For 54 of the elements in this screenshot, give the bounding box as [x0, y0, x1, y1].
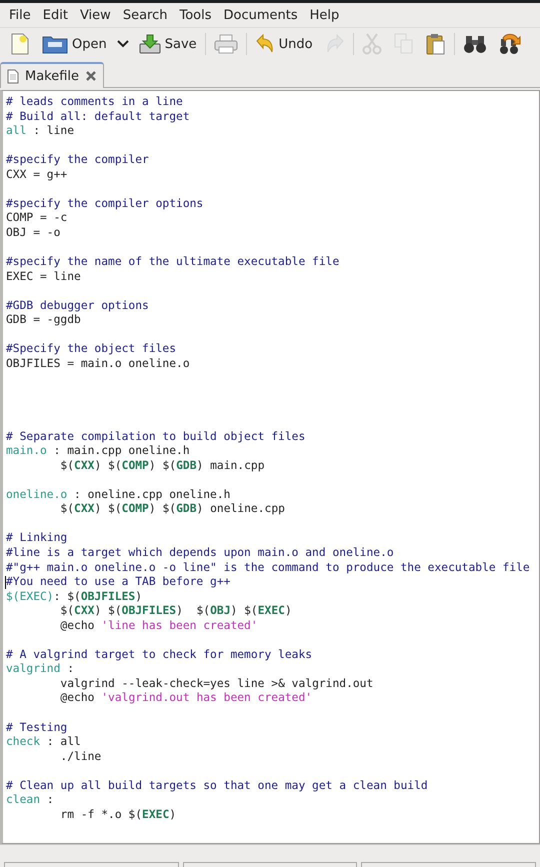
code-line: #You need to use a TAB before g++ — [6, 575, 230, 590]
code-line: #line is a target which depends upon main.o and oneline.o — [6, 546, 394, 560]
code-line: #specify the name of the ultimate executable file — [6, 255, 340, 270]
code-line: #specify the compiler — [6, 153, 149, 168]
folder-icon — [42, 34, 68, 54]
menu-item[interactable]: Search — [116, 8, 174, 22]
code-line: $(CXX) $(COMP) $(GDB) oneline.cpp — [59, 502, 285, 517]
document-icon — [7, 68, 19, 84]
code-line: oneline.o : oneline.cpp oneline.h — [6, 488, 230, 502]
code-line: # Testing — [6, 720, 68, 736]
save-icon — [138, 34, 161, 54]
text-editor[interactable] — [0, 90, 540, 844]
tab-label: Makefile — [25, 68, 80, 84]
code-line: # A valgrind target to check for memory leaks — [6, 648, 312, 662]
menu-item[interactable]: View — [74, 8, 117, 22]
code-line: # Linking — [6, 531, 68, 546]
code-line: # leads comments in a line — [6, 95, 183, 110]
code-line: $(CXX) $(COMP) $(GDB) main.cpp — [59, 458, 265, 474]
code-line: OBJFILES = main.o oneline.o — [6, 356, 190, 372]
code-line: main.o : main.cpp oneline.h — [6, 444, 190, 459]
toolbar-button[interactable]: Undo — [248, 30, 319, 58]
code-line: check : all — [6, 735, 81, 750]
code-line: $(EXEC): $(OBJFILES) — [6, 590, 142, 604]
code-line: @echo 'valgrind.out has been created' — [59, 691, 312, 706]
code-line: #specify the compiler options — [6, 196, 204, 212]
code-line: CXX = g++ — [6, 168, 68, 182]
code-line: COMP = -c — [6, 211, 68, 226]
code-line: # Clean up all build targets so that one may get a clean build — [6, 778, 428, 794]
code-line: GDB = -ggdb — [6, 313, 81, 328]
menu-item[interactable]: Help — [304, 8, 346, 22]
code-line: @echo 'line has been created' — [59, 618, 258, 634]
close-icon[interactable] — [85, 70, 98, 82]
menu-item[interactable]: Edit — [36, 8, 74, 22]
toolbar-button[interactable]: Save — [132, 30, 203, 58]
code-line: #"g++ main.o oneline.o -o line" is the command to produce the executable file — [6, 560, 530, 576]
code-line: ./line — [59, 750, 102, 764]
code-line: EXEC = line — [6, 270, 81, 284]
menu-item[interactable]: Tools — [173, 8, 218, 22]
code-line: # Separate compilation to build object files — [6, 430, 306, 444]
code-line: rm -f *.o $(EXEC) — [59, 808, 176, 822]
document-tab[interactable]: Makefile — [0, 62, 104, 88]
menu-item[interactable]: Documents — [218, 8, 304, 22]
toolbar-button[interactable]: Open — [36, 30, 113, 58]
undo-icon — [254, 34, 275, 54]
code-line: valgrind : — [6, 662, 74, 677]
code-line: # Build all: default target — [6, 110, 190, 124]
code-line: $(CXX) $(OBJFILES) $(OBJ) $(EXEC) — [59, 604, 292, 619]
code-line: OBJ = -o — [6, 226, 60, 240]
code-line: #Specify the object files — [6, 342, 176, 357]
code-line: valgrind --leak-check=yes line >& valgrind.out — [59, 676, 374, 692]
code-line: #GDB debugger options — [6, 298, 149, 314]
menu-item[interactable]: File — [3, 8, 37, 22]
code-line: all : line — [6, 124, 74, 139]
code-line: clean : — [6, 793, 54, 808]
